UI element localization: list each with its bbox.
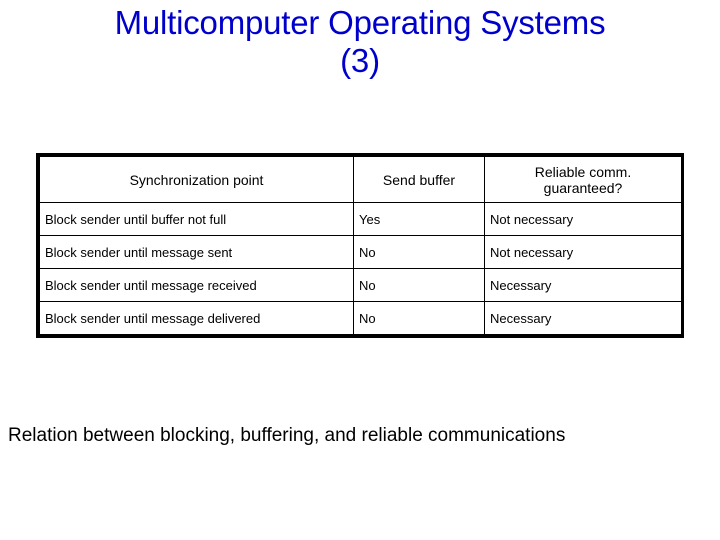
cell-synchronization-point: Block sender until buffer not full <box>39 202 354 236</box>
cell-reliable-comm-guaranteed: Necessary <box>484 268 682 302</box>
cell-synchronization-point: Block sender until message delivered <box>39 301 354 335</box>
cell-synchronization-point: Block sender until message received <box>39 268 354 302</box>
table-row: Block sender until message delivered No … <box>39 301 682 335</box>
column-header-reliable-comm-line2: guaranteed? <box>543 179 623 196</box>
cell-send-buffer: No <box>353 235 485 269</box>
column-header-reliable-comm-line1: Reliable comm. <box>534 163 632 180</box>
table-header: Synchronization point Send buffer Reliab… <box>39 156 682 203</box>
cell-reliable-comm-guaranteed: Not necessary <box>484 202 682 236</box>
column-header-synchronization-point: Synchronization point <box>39 156 354 203</box>
table-row: Block sender until message received No N… <box>39 268 682 302</box>
page-title: Multicomputer Operating Systems (3) <box>114 4 606 79</box>
table-row: Block sender until message sent No Not n… <box>39 235 682 269</box>
table-body: Block sender until buffer not full Yes N… <box>39 202 682 335</box>
slide-caption: Relation between blocking, buffering, an… <box>8 425 566 446</box>
cell-reliable-comm-guaranteed: Necessary <box>484 301 682 335</box>
comparison-table: Synchronization point Send buffer Reliab… <box>39 156 682 335</box>
table-row: Block sender until buffer not full Yes N… <box>39 202 682 236</box>
cell-send-buffer: No <box>353 268 485 302</box>
cell-synchronization-point: Block sender until message sent <box>39 235 354 269</box>
cell-send-buffer: No <box>353 301 485 335</box>
cell-send-buffer: Yes <box>353 202 485 236</box>
table-header-row: Synchronization point Send buffer Reliab… <box>39 156 682 203</box>
column-header-reliable-comm-guaranteed: Reliable comm. guaranteed? <box>484 156 682 203</box>
column-header-send-buffer: Send buffer <box>353 156 485 203</box>
comparison-table-container: Synchronization point Send buffer Reliab… <box>36 153 684 338</box>
cell-reliable-comm-guaranteed: Not necessary <box>484 235 682 269</box>
